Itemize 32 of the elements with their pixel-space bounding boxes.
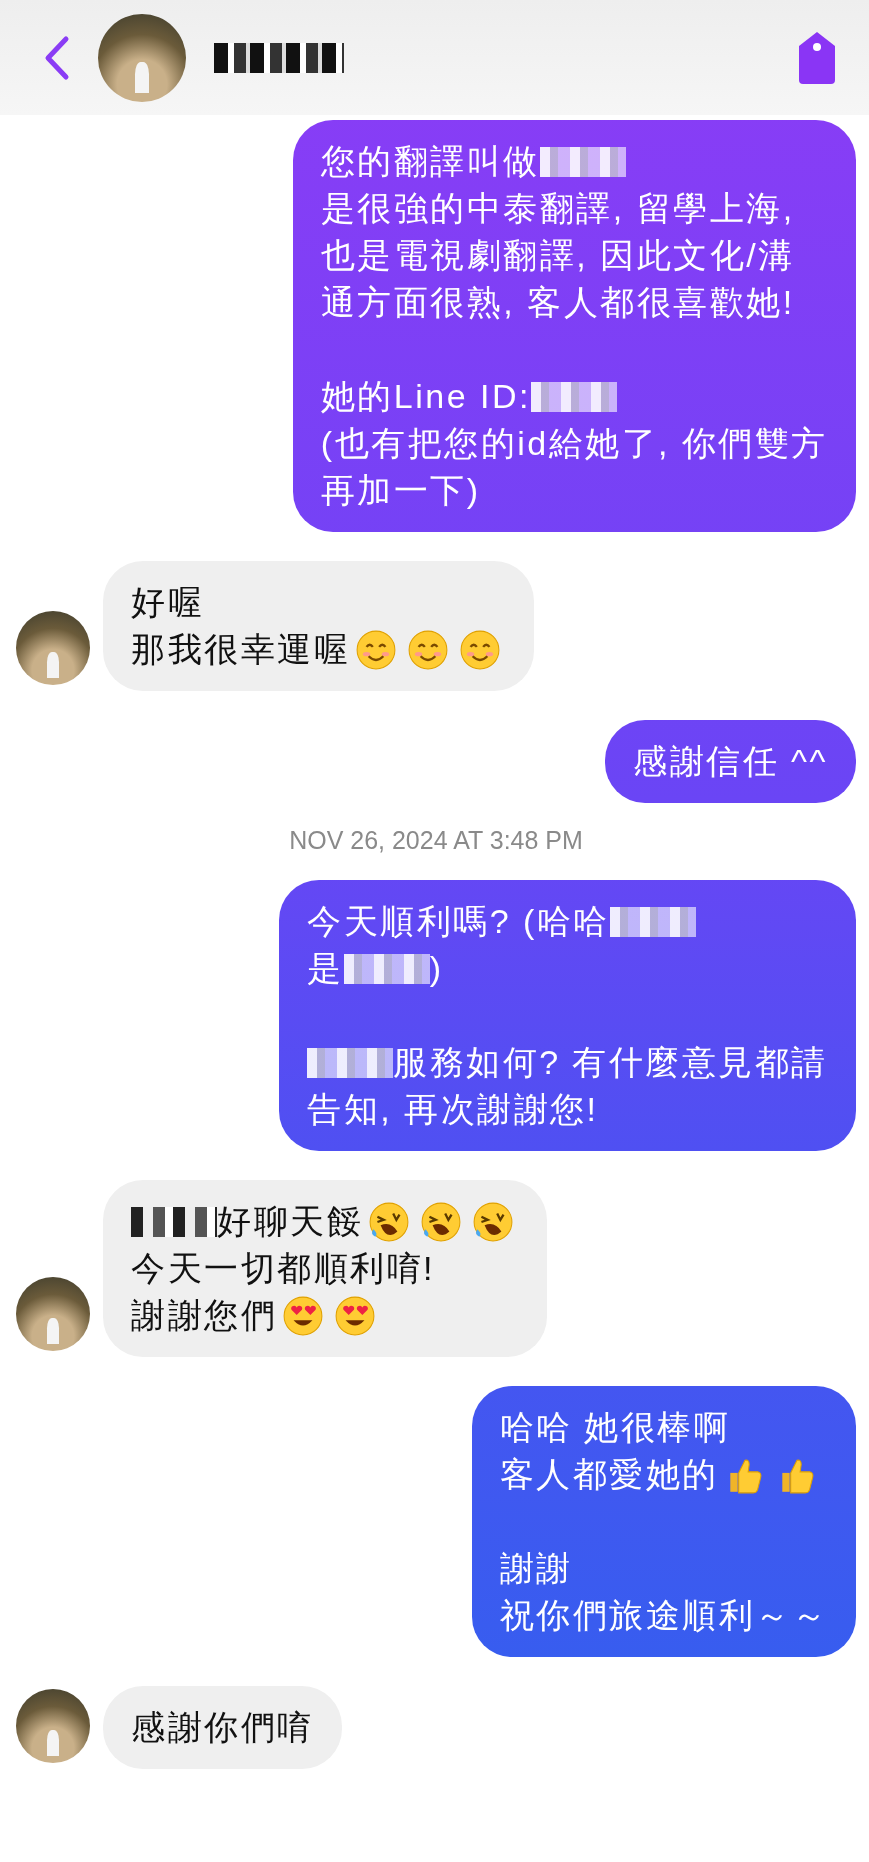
message-text: 客人都愛她的 <box>499 1454 719 1495</box>
message-text: 告知, 再次謝謝您! <box>307 1089 599 1130</box>
message-text: 哈哈 她很棒啊 <box>499 1407 731 1448</box>
heart-eyes-face-icon <box>282 1294 324 1337</box>
timestamp: NOV 26, 2024 AT 3:48 PM <box>288 826 584 855</box>
message-text: 服務如何? 有什麼意見都請 <box>393 1042 828 1083</box>
message-text: 謝謝您們 <box>131 1295 277 1336</box>
heart-eyes-face-icon <box>334 1294 376 1337</box>
message-text: 感謝信任 ^^ <box>633 741 828 782</box>
smiling-face-icon <box>355 628 397 671</box>
message-text: 她的Line ID: <box>320 376 531 417</box>
message-text: 祝你們旅途順利～～ <box>499 1595 828 1636</box>
message-text: ) <box>429 948 444 989</box>
message-text: 是 <box>307 948 344 989</box>
message-text: 您的翻譯叫做 <box>320 141 540 182</box>
laughing-face-icon <box>420 1200 462 1243</box>
smiling-face-icon <box>407 628 449 671</box>
message-text: (也有把您的id給她了, 你們雙方 <box>320 423 828 464</box>
smiling-face-icon <box>459 628 501 671</box>
laughing-face-icon <box>472 1200 514 1243</box>
laughing-face-icon <box>368 1200 410 1243</box>
message-text: 今天一切都順利唷! <box>131 1248 435 1289</box>
message-text: 是很強的中泰翻譯, 留學上海, <box>320 188 795 229</box>
message-text: 好聊天餒 <box>217 1201 363 1242</box>
message-text: 通方面很熟, 客人都很喜歡她! <box>320 282 795 323</box>
message-text: 今天順利嗎? (哈哈 <box>307 901 610 942</box>
message-text: 謝謝 <box>499 1548 573 1589</box>
message-text: 也是電視劇翻譯, 因此文化/溝 <box>320 235 795 276</box>
message-text: 那我很幸運喔 <box>131 629 350 670</box>
message-text: 再加一下) <box>320 470 481 511</box>
message-text: 感謝你們唷 <box>131 1707 314 1748</box>
message-text: 好喔 <box>131 582 204 623</box>
